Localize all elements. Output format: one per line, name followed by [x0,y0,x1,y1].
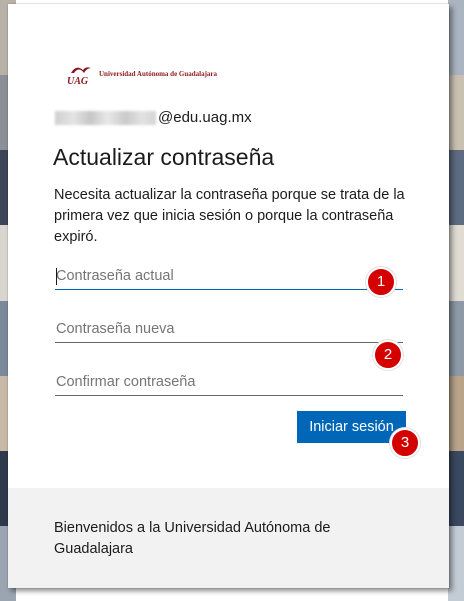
footer-welcome-text: Bienvenidos a la Universidad Autónoma de… [54,520,331,557]
logo-mark-text: UAG [67,76,89,86]
uag-logo-icon: UAG [67,67,91,86]
page-description: Necesita actualizar la contraseña porque… [54,187,405,245]
new-password-input[interactable] [55,315,403,343]
background-band [448,75,464,151]
account-identity[interactable]: @edu.uag.mx [55,109,252,126]
background-band [448,225,464,301]
page-title: Actualizar contraseña [53,144,275,170]
confirm-password-input[interactable] [55,368,403,396]
redacted-username [55,110,156,125]
background-band [448,450,464,526]
password-update-dialog: UAG Universidad Autónoma de Guadalajara … [8,4,449,588]
background-right-strip [448,0,464,601]
step-badge-3: 3 [390,428,420,458]
uag-logo: UAG Universidad Autónoma de Guadalajara [66,64,217,86]
background-band [448,150,464,226]
background-band [448,525,464,601]
logo-university-name: Universidad Autónoma de Guadalajara [99,70,218,78]
background-band [448,375,464,451]
footer-panel: Bienvenidos a la Universidad Autónoma de… [8,488,449,588]
email-domain: @edu.uag.mx [158,109,252,126]
step-badge-2: 2 [373,340,403,370]
background-band [448,0,464,76]
current-password-input[interactable] [55,262,403,290]
text-caret [56,268,57,285]
step-badge-1: 1 [366,267,396,297]
background-band [448,300,464,376]
